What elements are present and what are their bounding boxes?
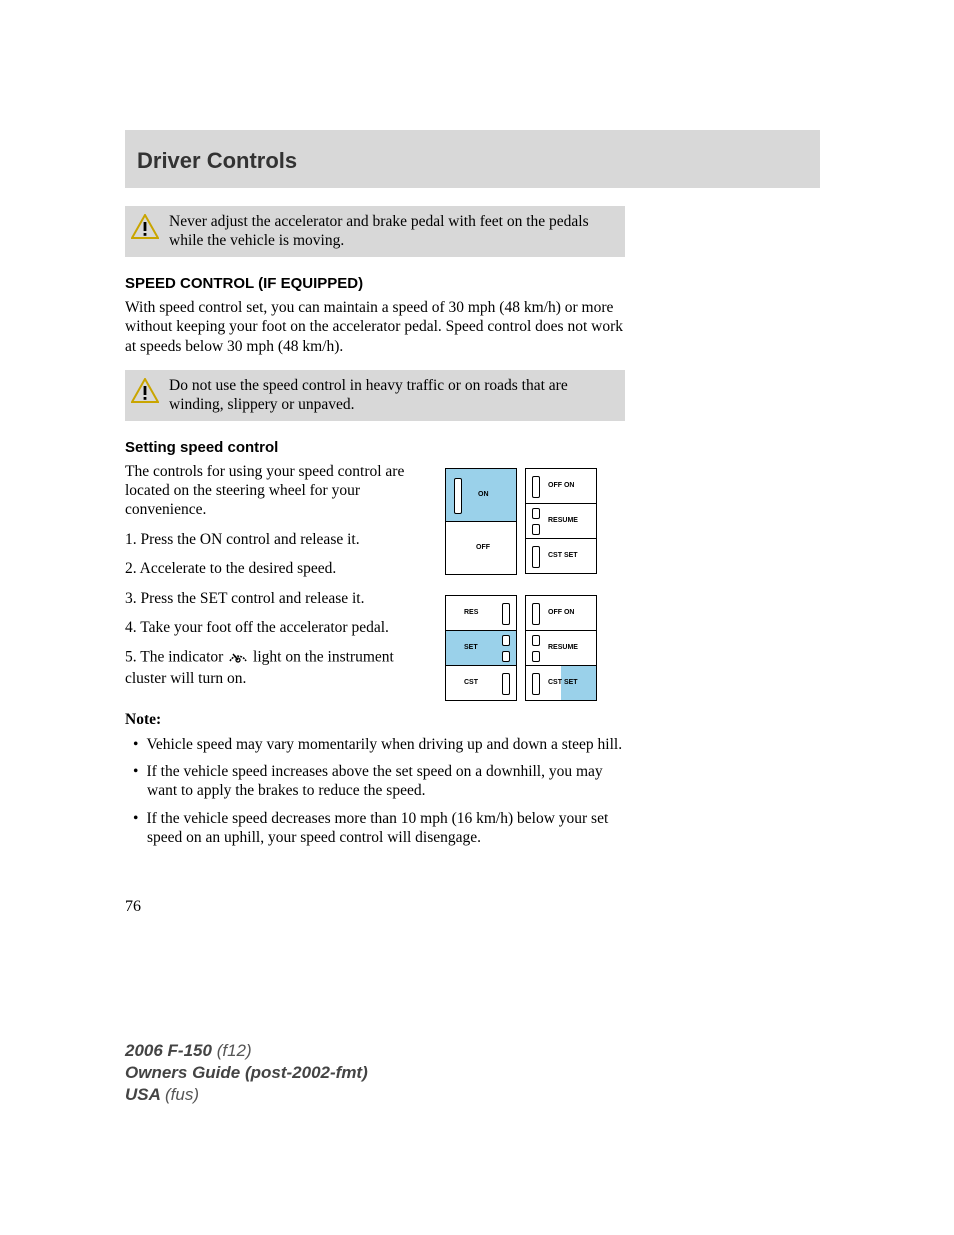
footer-block: 2006 F-150 (f12) Owners Guide (post-2002… <box>125 1040 368 1106</box>
btn-cstset-cell: CST SET <box>525 665 597 701</box>
button-slot-icon <box>502 603 510 625</box>
footer-line-1: 2006 F-150 (f12) <box>125 1040 368 1062</box>
label-on: ON <box>478 491 489 498</box>
warning-box-traffic: Do not use the speed control in heavy tr… <box>125 370 625 421</box>
note-item: Vehicle speed may vary momentarily when … <box>125 735 625 754</box>
cruise-indicator-icon <box>227 647 249 668</box>
speed-control-intro: With speed control set, you can maintain… <box>125 298 625 356</box>
step-1: 1. Press the ON control and release it. <box>125 530 425 549</box>
btn-offon-cell: OFF ON <box>525 468 597 504</box>
btn-on-cell: ON <box>445 468 517 522</box>
note-heading: Note: <box>125 711 625 729</box>
label-offon: OFF ON <box>548 609 574 616</box>
button-slot-icon <box>532 673 540 695</box>
btn-resume-cell: RESUME <box>525 503 597 539</box>
warning-box-pedals: Never adjust the accelerator and brake p… <box>125 206 625 257</box>
button-slot-icon <box>454 478 462 514</box>
warning-triangle-icon <box>131 214 159 245</box>
setting-speed-row: The controls for using your speed contro… <box>125 462 625 701</box>
footer-line-2: Owners Guide (post-2002-fmt) <box>125 1062 368 1084</box>
button-slot-icon <box>532 476 540 498</box>
label-off: OFF <box>476 544 490 551</box>
btn-off-cell: OFF <box>445 521 517 575</box>
warning-triangle-icon <box>131 378 159 409</box>
button-slot-icon <box>532 651 540 662</box>
button-slot-icon <box>532 508 540 519</box>
setting-speed-heading: Setting speed control <box>125 439 625 456</box>
page-number: 76 <box>125 898 625 916</box>
step-5: 5. The indicator light on the instrument… <box>125 647 425 688</box>
button-slot-icon <box>532 524 540 535</box>
note-list: Vehicle speed may vary momentarily when … <box>125 735 625 848</box>
label-resume: RESUME <box>548 517 578 524</box>
label-cstset: CST SET <box>548 679 578 686</box>
btn-set-cell: SET <box>445 630 517 666</box>
diagram-left: RES SET CST <box>445 595 517 701</box>
button-slot-icon <box>502 673 510 695</box>
btn-res-cell: RES <box>445 595 517 631</box>
label-set: SET <box>464 644 478 651</box>
page-content: Driver Controls Never adjust the acceler… <box>125 130 820 916</box>
btn-offon-cell: OFF ON <box>525 595 597 631</box>
btn-resume-cell: RESUME <box>525 630 597 666</box>
button-slot-icon <box>502 651 510 662</box>
label-offon: OFF ON <box>548 482 574 489</box>
note-item: If the vehicle speed increases above the… <box>125 762 625 801</box>
section-header-title: Driver Controls <box>137 148 808 174</box>
step-2: 2. Accelerate to the desired speed. <box>125 559 425 578</box>
button-slot-icon <box>532 603 540 625</box>
btn-cstset-cell: CST SET <box>525 538 597 574</box>
step-4: 4. Take your foot off the accelerator pe… <box>125 618 425 637</box>
section-header-band: Driver Controls <box>125 130 820 188</box>
main-content-column: Never adjust the accelerator and brake p… <box>125 206 625 916</box>
diagram-column: ON OFF OFF ON <box>445 462 625 701</box>
step-5-pre: 5. The indicator <box>125 649 227 666</box>
step-3: 3. Press the SET control and release it. <box>125 589 425 608</box>
label-resume: RESUME <box>548 644 578 651</box>
warning-text: Never adjust the accelerator and brake p… <box>169 212 615 251</box>
diagram-right: OFF ON RESUME CST SET <box>525 595 597 701</box>
button-slot-icon <box>532 635 540 646</box>
diagram-group-1: ON OFF OFF ON <box>445 468 625 575</box>
button-slot-icon <box>502 635 510 646</box>
diagram-left: ON OFF <box>445 468 517 575</box>
speed-control-heading: SPEED CONTROL (IF EQUIPPED) <box>125 275 625 292</box>
button-slot-icon <box>532 546 540 568</box>
btn-cst-cell: CST <box>445 665 517 701</box>
steps-column: The controls for using your speed contro… <box>125 462 425 701</box>
diagram-group-2: RES SET CST <box>445 595 625 701</box>
setting-intro: The controls for using your speed contro… <box>125 462 425 520</box>
label-cst: CST <box>464 679 478 686</box>
label-res: RES <box>464 609 478 616</box>
warning-text: Do not use the speed control in heavy tr… <box>169 376 615 415</box>
footer-line-3: USA (fus) <box>125 1084 368 1106</box>
label-cstset: CST SET <box>548 552 578 559</box>
diagram-right: OFF ON RESUME CST SET <box>525 468 597 575</box>
note-item: If the vehicle speed decreases more than… <box>125 809 625 848</box>
